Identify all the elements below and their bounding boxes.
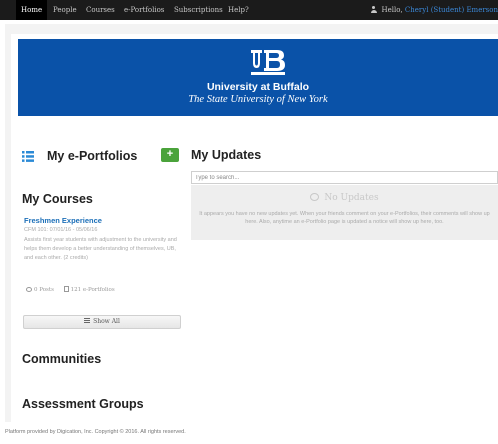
user-icon xyxy=(370,6,377,13)
no-updates-text: It appears you have no new updates yet. … xyxy=(199,211,490,225)
nav-subscriptions[interactable]: Subscriptions xyxy=(174,0,223,20)
comment-icon xyxy=(26,287,32,292)
assessment-groups-title: Assessment Groups xyxy=(22,397,144,411)
greeting-text: Hello, xyxy=(381,6,405,14)
no-updates-title: No Updates xyxy=(324,193,379,203)
plus-icon: + xyxy=(166,148,174,160)
nav-help[interactable]: Help? xyxy=(228,0,249,20)
banner-subtitle: The State University of New York xyxy=(188,94,328,105)
course-posts[interactable]: 0 Posts xyxy=(26,287,54,293)
eportfolios-title: My e-Portfolios xyxy=(47,149,138,163)
course-meta: CFM 101: 07/01/16 - 05/06/16 xyxy=(24,227,98,233)
top-nav: Home People Courses e-Portfolios Subscri… xyxy=(0,0,498,20)
course-card: Freshmen Experience CFM 101: 07/01/16 - … xyxy=(24,216,182,263)
nav-people[interactable]: People xyxy=(53,0,77,20)
list-icon xyxy=(22,151,34,162)
list-menu-icon xyxy=(84,318,91,323)
banner-title: University at Buffalo xyxy=(206,81,310,93)
portfolio-icon xyxy=(63,286,69,292)
course-eportfolios-count: 121 e-Portfolios xyxy=(70,287,115,293)
nav-eportfolios[interactable]: e-Portfolios xyxy=(124,0,164,20)
chat-bubbles-icon xyxy=(310,193,320,201)
footer-text: Platform provided by Digication, Inc. Co… xyxy=(5,429,186,435)
course-eportfolios[interactable]: 121 e-Portfolios xyxy=(63,286,115,293)
show-all-button[interactable]: Show All xyxy=(23,315,181,329)
course-name-link[interactable]: Freshmen Experience xyxy=(24,216,182,225)
course-posts-count: 0 Posts xyxy=(34,287,54,293)
updates-panel: No Updates It appears you have no new up… xyxy=(191,185,498,240)
user-menu[interactable]: Hello, Cheryl (Student) Emerson xyxy=(370,0,498,20)
course-stats: 0 Posts 121 e-Portfolios xyxy=(26,286,123,293)
nav-courses[interactable]: Courses xyxy=(86,0,115,20)
nav-home[interactable]: Home xyxy=(16,0,48,20)
no-updates-heading: No Updates xyxy=(191,193,498,203)
show-all-label: Show All xyxy=(93,318,120,325)
updates-search-input[interactable] xyxy=(191,171,498,184)
course-description: Assists first year students with adjustm… xyxy=(24,237,177,261)
university-banner: University at Buffalo The State Universi… xyxy=(18,39,498,116)
ub-logo-icon xyxy=(251,50,285,75)
communities-title: Communities xyxy=(22,352,102,366)
courses-title: My Courses xyxy=(22,192,93,206)
updates-title: My Updates xyxy=(191,148,262,162)
user-name-link[interactable]: Cheryl (Student) Emerson xyxy=(405,6,498,14)
add-eportfolio-button[interactable]: + xyxy=(161,148,179,162)
